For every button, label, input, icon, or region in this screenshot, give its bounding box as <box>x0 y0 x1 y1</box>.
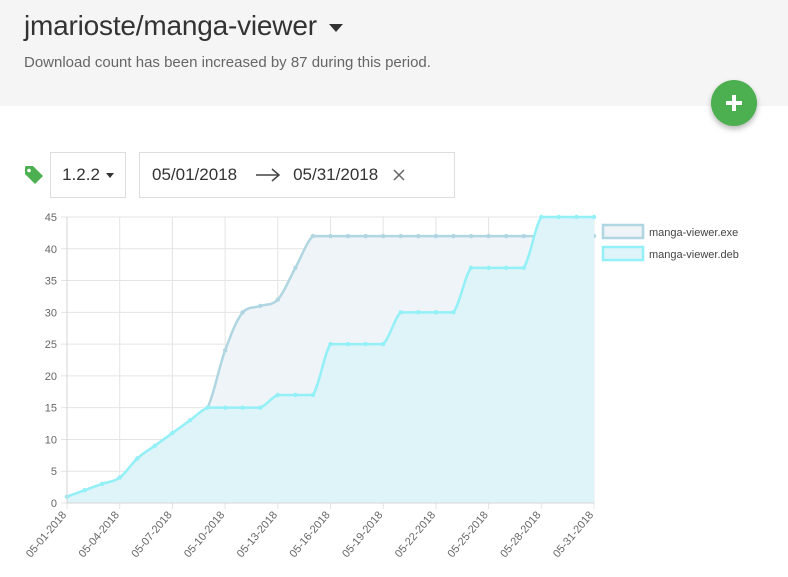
arrow-right-icon <box>256 168 281 182</box>
chevron-down-icon <box>105 172 114 178</box>
header: jmarioste/manga-viewer Download count ha… <box>0 0 788 106</box>
y-tick-label: 25 <box>45 339 57 351</box>
data-point-deb <box>135 456 140 461</box>
data-point-exe <box>293 265 298 271</box>
data-point-deb <box>99 481 105 487</box>
y-tick-label: 15 <box>45 403 57 415</box>
x-tick-label: 05-04-2018 <box>77 509 122 560</box>
version-value: 1.2.2 <box>62 165 100 184</box>
data-point-exe <box>503 233 509 239</box>
legend-label-exe: manga-viewer.exe <box>649 227 738 239</box>
legend-swatch-deb <box>601 245 645 262</box>
data-point-deb <box>117 475 122 480</box>
data-point-exe <box>240 310 245 315</box>
data-point-deb <box>222 405 228 410</box>
y-tick-label: 5 <box>51 466 57 478</box>
y-tick-label: 0 <box>51 498 57 510</box>
data-point-deb <box>468 265 474 271</box>
repo-title: jmarioste/manga-viewer <box>24 10 317 41</box>
data-point-deb <box>345 341 351 347</box>
data-point-deb <box>275 392 280 398</box>
x-tick-label: 05-16-2018 <box>287 509 332 560</box>
data-point-deb <box>416 310 421 315</box>
data-point-deb <box>556 214 562 220</box>
data-point-deb <box>363 341 368 347</box>
data-point-deb <box>398 310 403 315</box>
data-point-deb <box>381 341 386 347</box>
version-dropdown[interactable]: 1.2.2 <box>50 152 126 198</box>
close-icon[interactable] <box>392 168 406 182</box>
x-tick-label: 05-10-2018 <box>182 509 227 560</box>
data-point-deb <box>486 265 491 271</box>
x-tick-label: 05-28-2018 <box>498 509 543 560</box>
caret-down-icon <box>328 24 343 32</box>
y-tick-label: 10 <box>45 434 57 446</box>
data-point-deb <box>574 214 579 220</box>
x-tick-label: 05-19-2018 <box>340 509 385 560</box>
y-tick-label: 30 <box>45 307 57 319</box>
x-tick-label: 05-22-2018 <box>393 509 438 560</box>
repo-selector[interactable]: jmarioste/manga-viewer <box>24 8 343 44</box>
legend-swatch-exe <box>601 223 645 240</box>
x-tick-label: 05-13-2018 <box>235 509 280 560</box>
data-point-exe <box>521 233 526 239</box>
x-tick-label: 05-07-2018 <box>129 509 174 560</box>
data-point-exe <box>275 297 280 302</box>
data-point-deb <box>310 392 316 398</box>
data-point-exe <box>433 233 439 239</box>
data-point-exe <box>451 233 456 239</box>
download-summary: Download count has been increased by 87 … <box>24 54 431 71</box>
controls-bar: 1.2.2 05/01/2018 05/31/2018 <box>22 151 455 199</box>
data-point-exe <box>468 233 474 239</box>
data-point-deb <box>539 214 544 220</box>
x-tick-label: 05-31-2018 <box>551 509 596 560</box>
data-point-deb <box>187 418 193 423</box>
data-point-deb <box>258 405 263 410</box>
plus-icon <box>726 95 742 111</box>
downloads-chart: 05101520253035404505-01-2018 05-04-2018 05… <box>24 212 739 560</box>
data-point-deb <box>82 488 87 493</box>
end-date-input[interactable]: 05/31/2018 <box>293 165 378 185</box>
data-point-deb <box>591 214 597 220</box>
data-point-deb <box>240 405 245 410</box>
y-tick-label: 20 <box>45 371 57 383</box>
data-point-exe <box>363 233 368 239</box>
data-point-deb <box>328 341 333 347</box>
data-point-deb <box>205 405 210 410</box>
data-point-deb <box>521 265 526 271</box>
x-tick-label: 05-25-2018 <box>446 509 491 560</box>
data-point-exe <box>345 233 351 239</box>
data-point-exe <box>486 233 491 239</box>
data-point-exe <box>381 233 386 239</box>
y-tick-label: 45 <box>45 212 57 224</box>
data-point-deb <box>293 392 298 398</box>
data-point-exe <box>328 233 333 239</box>
start-date-input[interactable]: 05/01/2018 <box>152 165 237 185</box>
x-tick-label: 05-01-2018 <box>24 509 69 560</box>
y-tick-label: 40 <box>45 244 57 256</box>
date-range-picker: 05/01/2018 05/31/2018 <box>139 152 455 198</box>
data-point-deb <box>433 310 439 315</box>
data-point-deb <box>170 430 175 436</box>
legend-label-deb: manga-viewer.deb <box>649 249 739 261</box>
data-point-exe <box>310 233 316 239</box>
data-point-deb <box>451 310 456 315</box>
add-button[interactable] <box>711 80 757 126</box>
data-point-deb <box>152 443 158 448</box>
data-point-deb <box>503 265 509 271</box>
data-point-exe <box>398 233 403 239</box>
y-tick-label: 35 <box>45 276 57 288</box>
tag-icon <box>25 166 43 184</box>
data-point-exe <box>416 233 421 239</box>
data-point-exe <box>258 303 263 309</box>
data-point-exe <box>222 348 228 353</box>
